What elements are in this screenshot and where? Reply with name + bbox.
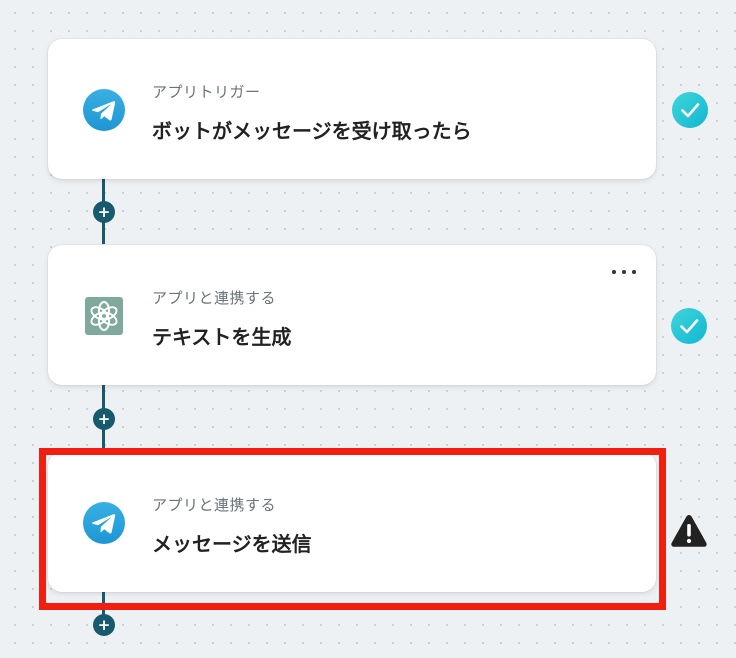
add-step-button[interactable]: + (93, 614, 115, 636)
step-type-label: アプリと連携する (152, 496, 277, 514)
telegram-icon (83, 502, 125, 544)
step-title: メッセージを送信 (152, 532, 312, 556)
flow-step-card-trigger[interactable]: アプリトリガー ボットがメッセージを受け取ったら (48, 39, 656, 179)
add-step-button[interactable]: + (93, 201, 115, 223)
step-title: ボットがメッセージを受け取ったら (152, 119, 472, 143)
more-options-button[interactable] (612, 265, 636, 279)
flow-step-card-generate-text[interactable]: アプリと連携する テキストを生成 (48, 245, 656, 385)
warning-icon (671, 515, 707, 547)
telegram-icon (83, 89, 125, 131)
step-title: テキストを生成 (152, 325, 292, 349)
check-circle-icon (671, 308, 707, 344)
step-type-label: アプリトリガー (152, 83, 261, 101)
add-step-button[interactable]: + (93, 408, 115, 430)
check-circle-icon (672, 92, 708, 128)
flow-step-card-send-message[interactable]: アプリと連携する メッセージを送信 (48, 452, 656, 592)
step-type-label: アプリと連携する (152, 289, 277, 307)
chatgpt-icon (85, 297, 123, 335)
